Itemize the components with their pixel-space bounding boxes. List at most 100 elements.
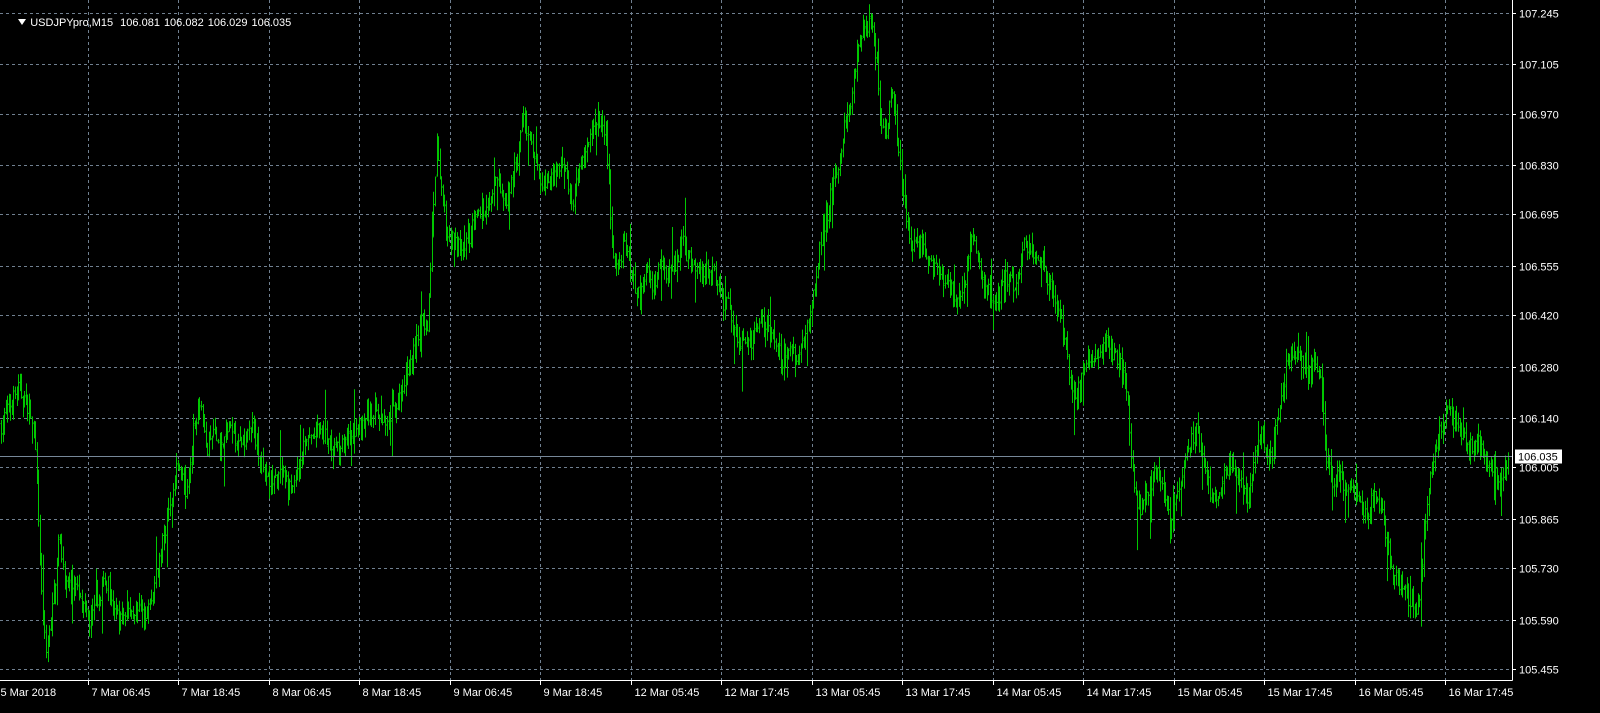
ohlc-bar (1280, 382, 1283, 410)
ohlc-bar (981, 270, 984, 289)
y-tick-label: 106.140 (1519, 414, 1559, 426)
ohlc-bar (211, 435, 214, 450)
ohlc-bar (1242, 452, 1245, 505)
ohlc-bar (138, 592, 141, 613)
x-tick-label: 15 Mar 17:45 (1268, 687, 1333, 699)
ohlc-bar (696, 262, 699, 280)
ohlc-bar (1347, 484, 1350, 518)
ohlc-bar (789, 341, 792, 357)
x-tick-label: 8 Mar 18:45 (363, 687, 422, 699)
ohlc-bar (310, 434, 313, 445)
ohlc-bar (539, 172, 542, 194)
ohlc-bar (851, 87, 854, 116)
ohlc-bar (727, 291, 730, 299)
ohlc-bar (572, 199, 575, 212)
ohlc-bar (1178, 477, 1181, 502)
y-tick-label: 106.420 (1519, 311, 1559, 323)
ohlc-bar (350, 429, 353, 466)
ohlc-bar (1099, 344, 1102, 358)
ohlc-bar (434, 176, 437, 207)
ohlc-bar (1147, 491, 1150, 506)
ohlc-bar (1161, 477, 1164, 490)
ohlc-bar (963, 272, 966, 304)
ohlc-bar (465, 232, 468, 260)
grid (0, 0, 1512, 680)
ohlc-bar (217, 438, 220, 444)
chart-header: USDJPYpro,M15 106.081 106.082 106.029 106.03… (6, 4, 295, 43)
ohlc-bar (1316, 356, 1319, 373)
ohlc-bar (1254, 446, 1257, 474)
ohlc-bar (107, 576, 110, 602)
ohlc-bar (882, 118, 885, 129)
ohlc-bar (403, 374, 406, 394)
ohlc-bar (775, 338, 778, 352)
ohlc-bar (1068, 354, 1071, 386)
ohlc-bar (877, 38, 880, 96)
ohlc-bar (676, 249, 679, 283)
ohlc-bar (758, 317, 761, 334)
x-tick-label: 13 Mar 05:45 (816, 687, 881, 699)
ohlc-bar (1420, 542, 1423, 627)
ohlc-bar (744, 337, 747, 345)
x-tick-label: 9 Mar 06:45 (454, 687, 513, 699)
ohlc-bar (200, 400, 203, 411)
ohlc-bar (1457, 412, 1460, 432)
ohlc-bar (806, 319, 809, 367)
ohlc-bar (1364, 500, 1367, 524)
ohlc-bar (1116, 349, 1119, 370)
ohlc-bar (660, 249, 663, 301)
ohlc-bar (1054, 285, 1057, 314)
ohlc-bar (240, 436, 243, 448)
ohlc-bar (76, 575, 79, 591)
ohlc-bar (975, 235, 978, 254)
ohlc-bar (651, 271, 654, 300)
y-tick-label: 106.695 (1519, 210, 1559, 222)
ohlc-bar (293, 475, 296, 494)
ohlc-bar (448, 225, 451, 242)
time-axis[interactable]: 5 Mar 2018 7 Mar 06:45 7 Mar 18:45 8 Mar 06… (0, 680, 1513, 699)
price-bars (0, 4, 1510, 663)
ohlc-bar (355, 418, 358, 437)
ohlc-bar (992, 295, 995, 330)
ohlc-bar (589, 128, 592, 153)
ohlc-bar (1192, 421, 1195, 451)
x-tick-label: 16 Mar 05:45 (1359, 687, 1424, 699)
ohlc-bar (14, 386, 17, 400)
ohlc-bar (262, 447, 265, 473)
symbol-timeframe: USDJPYpro,M15 (30, 17, 114, 29)
ohlc-bar (155, 536, 158, 589)
ohlc-bar (1277, 408, 1280, 421)
ohlc-bar (936, 263, 939, 275)
ohlc-bar (935, 254, 938, 264)
ohlc-bar (665, 265, 668, 284)
y-tick-label: 107.105 (1519, 60, 1559, 72)
close-price: 106.035 (251, 17, 292, 29)
y-tick-label: 105.865 (1519, 515, 1559, 527)
ohlc-bar (93, 594, 96, 621)
ohlc-bar (212, 418, 215, 437)
ohlc-bar (1507, 452, 1510, 475)
ohlc-bar (429, 262, 432, 298)
ohlc-bar (1471, 435, 1474, 455)
ohlc-bar (186, 478, 189, 499)
current-price-label: 106.035 (1515, 449, 1562, 464)
x-tick-label: 7 Mar 18:45 (182, 687, 241, 699)
ohlc-bar (586, 137, 589, 163)
y-tick-label: 106.555 (1519, 262, 1559, 274)
chart-window[interactable]: 107.245 107.105 106.970 106.830 106.695 106.5… (0, 0, 1600, 713)
ohlc-bar (1502, 467, 1505, 492)
x-tick-label: 15 Mar 05:45 (1178, 687, 1243, 699)
price-axis[interactable]: 107.245 107.105 106.970 106.830 106.695 106.5… (1512, 9, 1559, 677)
ohlc-bar (1426, 496, 1429, 532)
triangle-down-icon[interactable] (18, 19, 27, 25)
ohlc-bar (671, 227, 674, 272)
ohlc-bar (1085, 359, 1088, 373)
ohlc-bar (510, 174, 513, 195)
ohlc-bar (930, 255, 933, 262)
price-chart[interactable]: 107.245 107.105 106.970 106.830 106.695 106.5… (0, 0, 1600, 713)
x-tick-label: 5 Mar 2018 (1, 687, 57, 699)
y-tick-label: 106.830 (1519, 161, 1559, 173)
ohlc-bar (603, 115, 606, 146)
ohlc-bar (417, 325, 420, 347)
ohlc-bar (1407, 583, 1410, 618)
